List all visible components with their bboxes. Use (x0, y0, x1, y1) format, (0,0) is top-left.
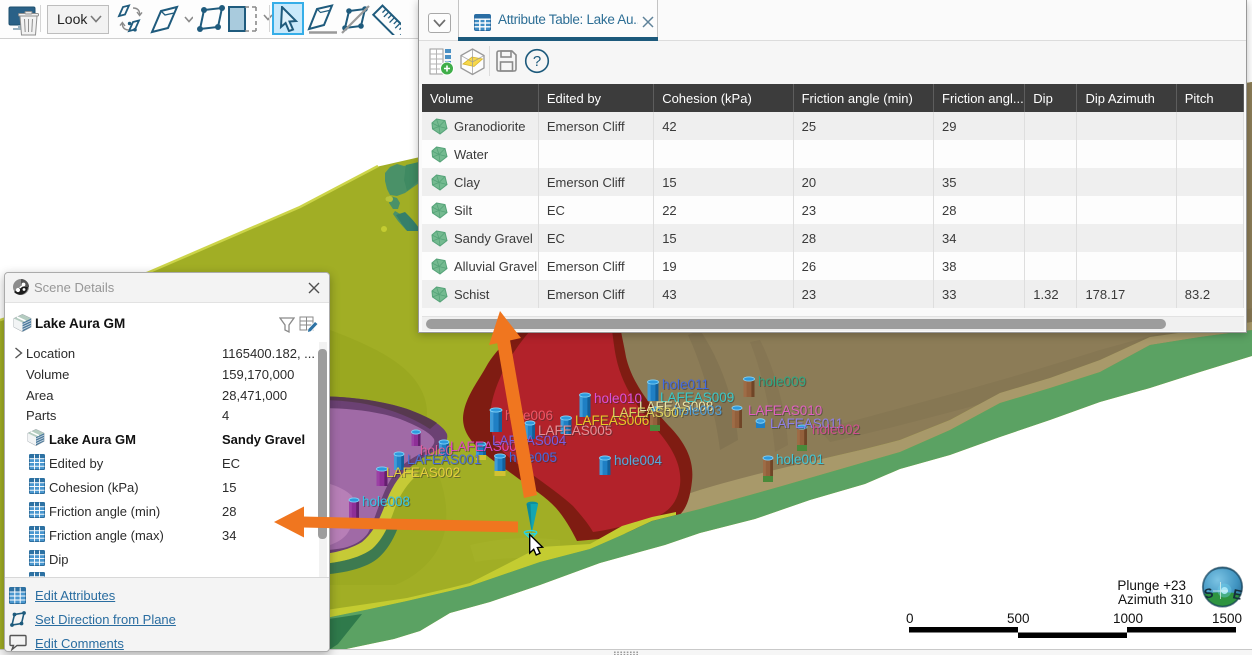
svg-text:hole0: hole0 (420, 443, 453, 458)
svg-text:LAFEAS007: LAFEAS007 (612, 405, 686, 420)
svg-text:hole010: hole010 (594, 391, 642, 406)
svg-text:?: ? (533, 53, 541, 70)
svg-text:hole005: hole005 (509, 450, 557, 465)
svg-text:0: 0 (906, 611, 914, 626)
svg-text:hole006: hole006 (505, 408, 553, 423)
svg-text:LAFEAS002: LAFEAS002 (386, 465, 460, 480)
svg-text:Azimuth 310: Azimuth 310 (1118, 592, 1193, 607)
svg-text:1000: 1000 (1113, 611, 1143, 626)
svg-text:Plunge +23: Plunge +23 (1117, 578, 1186, 593)
svg-text:hole008: hole008 (362, 494, 410, 509)
svg-text:hole001: hole001 (776, 452, 824, 467)
svg-text:hole002: hole002 (812, 422, 860, 437)
svg-text:500: 500 (1007, 611, 1030, 626)
svg-text:hole004: hole004 (614, 453, 663, 468)
svg-text:hole009: hole009 (758, 374, 806, 389)
svg-text:1500: 1500 (1212, 611, 1242, 626)
